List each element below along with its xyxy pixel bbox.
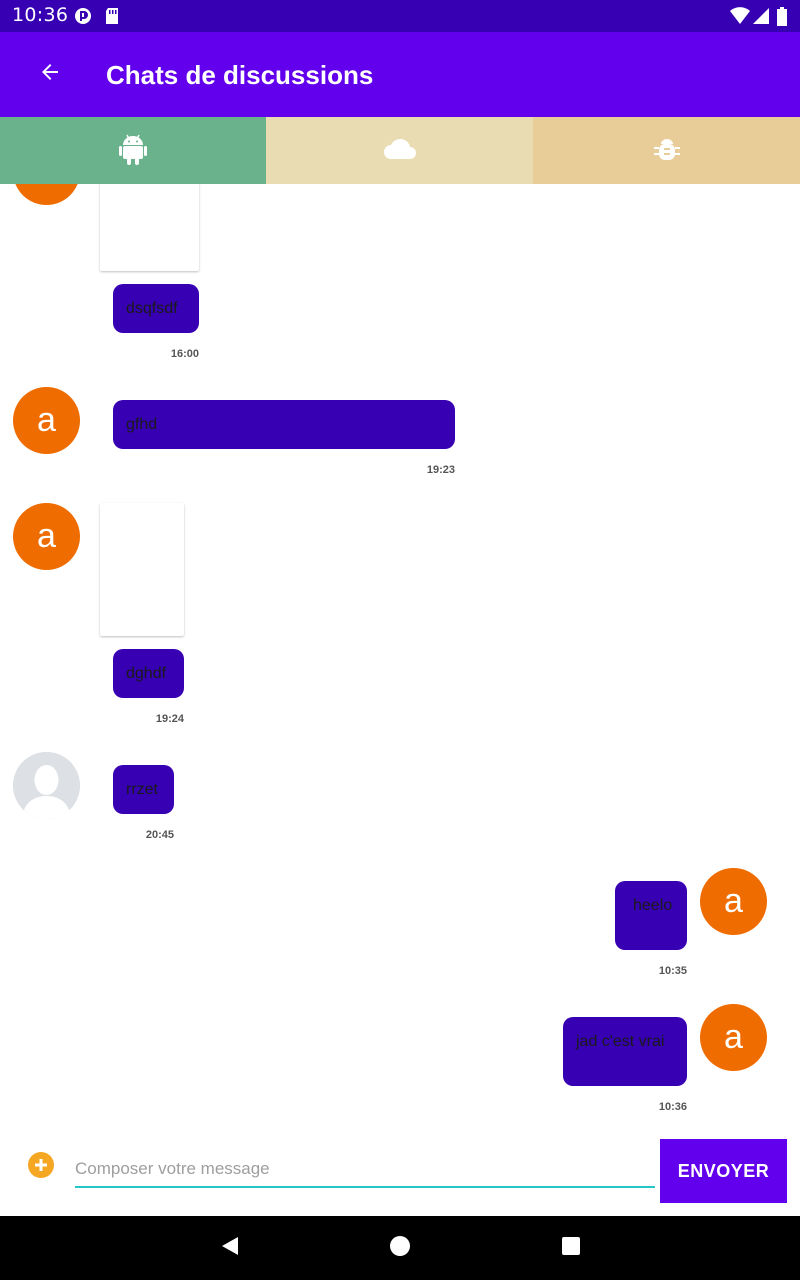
add-attachment-button[interactable] [27, 1151, 55, 1179]
tab-bug[interactable] [533, 117, 800, 184]
default-avatar-icon[interactable] [13, 752, 80, 819]
nav-recents-button[interactable] [555, 1232, 587, 1264]
nav-back-button[interactable] [214, 1232, 246, 1264]
send-button[interactable]: ENVOYER [660, 1139, 787, 1203]
message-time: 19:23 [426, 464, 455, 476]
message-bubble[interactable]: gfhd [113, 400, 455, 449]
app-bar: Chats de discussions [0, 32, 800, 117]
message-bubble[interactable]: jad c'est vrai [563, 1017, 687, 1086]
battery-icon [776, 7, 788, 26]
message-time: 19:24 [155, 713, 184, 725]
cloud-icon [383, 137, 417, 165]
page-title: Chats de discussions [106, 60, 374, 90]
message-time: 16:00 [170, 348, 199, 360]
avatar[interactable]: a [13, 503, 80, 570]
tab-cloud[interactable] [266, 117, 533, 184]
message-list[interactable]: a dsqfsdf 16:00 a gfhd 19:23 a dghdf 19:… [0, 184, 800, 1136]
status-bar: 10:36 [0, 0, 800, 32]
image-attachment[interactable] [100, 184, 199, 271]
square-recents-icon [561, 1236, 581, 1260]
plus-circle-icon [27, 1152, 55, 1183]
circle-home-icon [389, 1235, 411, 1261]
sd-card-icon [104, 7, 122, 25]
message-bubble[interactable]: heelo [615, 881, 687, 950]
avatar[interactable]: a [13, 387, 80, 454]
avatar[interactable]: a [13, 184, 80, 205]
message-time: 20:45 [145, 829, 174, 841]
message-input[interactable] [75, 1152, 655, 1188]
back-button[interactable] [28, 52, 72, 96]
nav-home-button[interactable] [384, 1232, 416, 1264]
message-bubble[interactable]: rrzet [113, 765, 174, 814]
message-bubble[interactable]: dghdf [113, 649, 184, 698]
signal-icon [752, 7, 770, 25]
status-time: 10:36 [12, 4, 69, 26]
navigation-bar [0, 1216, 800, 1280]
arrow-left-icon [38, 60, 62, 88]
triangle-back-icon [219, 1235, 241, 1261]
avatar[interactable]: a [700, 868, 767, 935]
message-bubble[interactable]: dsqfsdf [113, 284, 199, 333]
avatar[interactable]: a [700, 1004, 767, 1071]
android-icon [119, 133, 147, 169]
bug-icon [653, 135, 680, 167]
tab-android[interactable] [0, 117, 266, 184]
notification-icon [74, 7, 92, 25]
message-time: 10:36 [658, 1101, 687, 1113]
wifi-icon [730, 7, 750, 25]
message-time: 10:35 [658, 965, 687, 977]
image-attachment[interactable] [100, 503, 184, 636]
